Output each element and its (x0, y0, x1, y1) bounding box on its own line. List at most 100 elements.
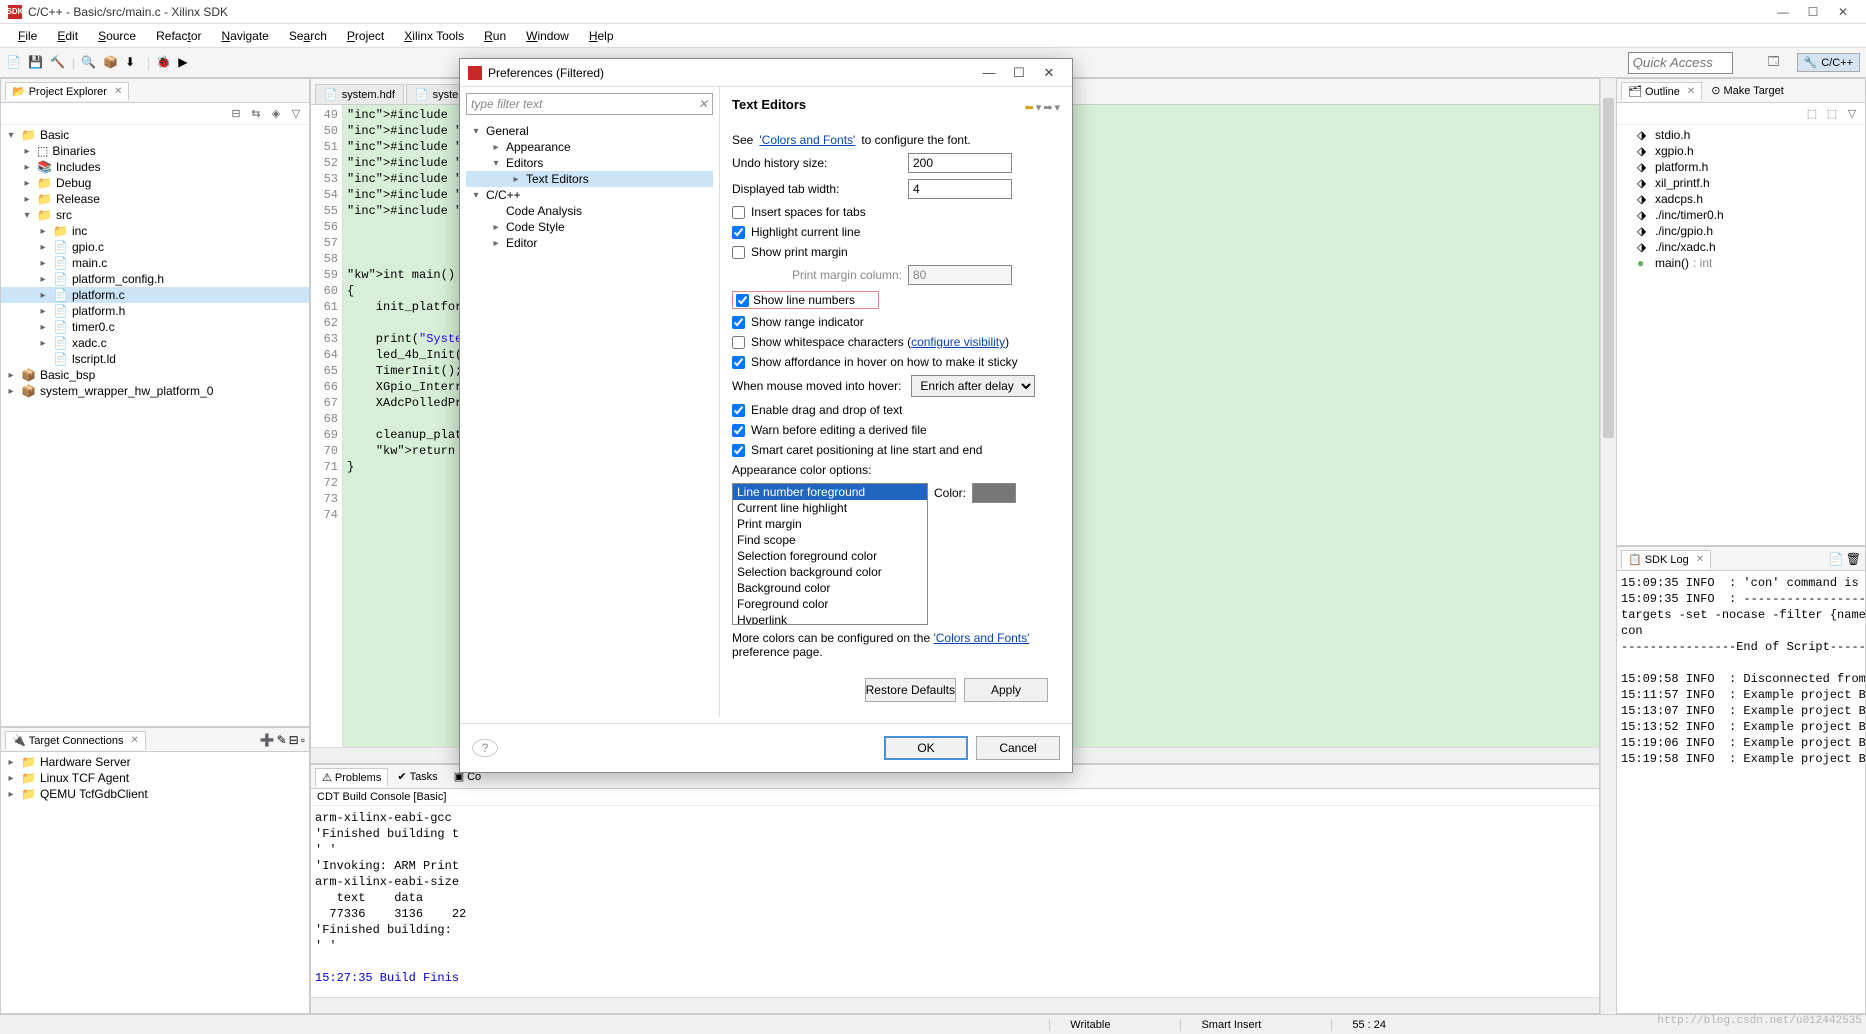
window-close[interactable]: ✕ (1828, 5, 1858, 19)
color-option[interactable]: Selection background color (733, 564, 927, 580)
tc-icon[interactable]: ✎ (277, 733, 287, 747)
insert-spaces-checkbox[interactable] (732, 206, 745, 219)
outline-tree[interactable]: ⬗ stdio.h ⬗ xgpio.h ⬗ platform.h ⬗ xil_p… (1617, 125, 1865, 545)
outline-icon[interactable]: ⬚ (1825, 107, 1839, 121)
preferences-tree[interactable]: ▾General ▸Appearance ▾Editors ▸Text Edit… (460, 121, 719, 717)
sdklog-icon[interactable]: 📄 (1829, 552, 1844, 566)
dialog-maximize[interactable]: ☐ (1004, 65, 1034, 81)
colors-fonts-link-2[interactable]: 'Colors and Fonts' (933, 631, 1029, 645)
menu-navigate[interactable]: Navigate (211, 27, 278, 45)
color-picker[interactable] (972, 483, 1016, 503)
menu-refactor[interactable]: Refactor (146, 27, 211, 45)
quick-access-input[interactable] (1628, 52, 1733, 74)
dialog-title: Preferences (Filtered) (488, 66, 974, 80)
menu-file[interactable]: File (8, 27, 47, 45)
color-option[interactable]: Selection foreground color (733, 548, 927, 564)
dialog-minimize[interactable]: — (974, 65, 1004, 80)
tc-icon[interactable]: ▫ (301, 733, 305, 747)
view-menu-icon[interactable]: ▽ (289, 107, 303, 121)
window-maximize[interactable]: ☐ (1798, 5, 1828, 19)
editor-vscroll[interactable] (1600, 78, 1616, 1014)
tab-target-connections[interactable]: 🔌 Target Connections✕ (5, 731, 146, 750)
link-editor-icon[interactable]: ⇆ (249, 107, 263, 121)
configure-visibility-link[interactable]: configure visibility (911, 335, 1005, 349)
menu-help[interactable]: Help (579, 27, 624, 45)
hover-enrich-select[interactable]: Enrich after delay (911, 375, 1035, 397)
toolbar-icon[interactable]: 📦 (103, 55, 119, 71)
menu-source[interactable]: Source (88, 27, 146, 45)
console-header: CDT Build Console [Basic] (311, 789, 1599, 806)
tab-sdk-log[interactable]: 📋 SDK Log✕ (1621, 550, 1711, 569)
menu-edit[interactable]: Edit (47, 27, 88, 45)
filter-input[interactable]: type filter text✕ (466, 93, 713, 115)
range-indicator-checkbox[interactable] (732, 316, 745, 329)
close-icon[interactable]: ✕ (114, 86, 122, 97)
tab-project-explorer[interactable]: 📂 Project Explorer✕ (5, 82, 129, 101)
menu-window[interactable]: Window (516, 27, 579, 45)
color-option[interactable]: Find scope (733, 532, 927, 548)
outline-icon[interactable]: ▽ (1845, 107, 1859, 121)
menu-search[interactable]: Search (279, 27, 337, 45)
color-option[interactable]: Background color (733, 580, 927, 596)
toolbar-icon[interactable]: 🔨 (50, 55, 66, 71)
undo-history-input[interactable] (908, 153, 1012, 173)
sdk-log-output[interactable]: 15:09:35 INFO : 'con' command is execute… (1617, 571, 1865, 1013)
focus-icon[interactable]: ◈ (269, 107, 283, 121)
nav-back-icon[interactable]: ⬅ (1025, 101, 1034, 114)
toolbar-icon[interactable]: ⬇ (125, 55, 141, 71)
clear-filter-icon[interactable]: ✕ (698, 97, 708, 111)
ok-button[interactable]: OK (884, 736, 968, 760)
target-connections-panel: 🔌 Target Connections✕ ➕ ✎ ⊟ ▫ ▸📁 Hardwar… (0, 727, 310, 1014)
console-output[interactable]: arm-xilinx-eabi-gcc 'Finished building t… (311, 806, 1599, 997)
tab-outline[interactable]: 🗂 Outline✕ (1621, 82, 1702, 101)
cancel-button[interactable]: Cancel (976, 736, 1060, 760)
appearance-color-list[interactable]: Line number foregroundCurrent line highl… (732, 483, 928, 625)
restore-defaults-button[interactable]: Restore Defaults (865, 678, 956, 702)
outline-icon[interactable]: ⬚ (1805, 107, 1819, 121)
dialog-titlebar[interactable]: Preferences (Filtered) — ☐ ✕ (460, 59, 1072, 87)
toolbar-icon[interactable]: 🔍 (81, 55, 97, 71)
smart-caret-checkbox[interactable] (732, 444, 745, 457)
color-option[interactable]: Foreground color (733, 596, 927, 612)
tc-icon[interactable]: ➕ (260, 733, 275, 747)
menu-run[interactable]: Run (474, 27, 516, 45)
console-hscroll[interactable] (311, 997, 1599, 1013)
collapse-all-icon[interactable]: ⊟ (229, 107, 243, 121)
project-explorer-tree[interactable]: ▾📁 Basic ▸⬚ Binaries ▸📚 Includes ▸📁 Debu… (1, 125, 309, 726)
color-option[interactable]: Print margin (733, 516, 927, 532)
color-option[interactable]: Hyperlink (733, 612, 927, 625)
perspective-open[interactable]: 🗔 (1761, 50, 1787, 75)
tc-icon[interactable]: ⊟ (289, 733, 299, 747)
menu-xilinx-tools[interactable]: Xilinx Tools (394, 27, 474, 45)
toolbar-icon[interactable]: 💾 (28, 55, 44, 71)
nav-fwd-icon[interactable]: ➡ (1043, 101, 1052, 114)
perspective-cpp[interactable]: 🔧 C/C++ (1797, 53, 1861, 72)
tab-problems[interactable]: ⚠ Problems (315, 768, 388, 787)
tab-tasks[interactable]: ✔ Tasks (390, 767, 444, 786)
toolbar-icon[interactable]: 🐞 (156, 55, 172, 71)
apply-button[interactable]: Apply (964, 678, 1048, 702)
colors-fonts-link[interactable]: 'Colors and Fonts' (759, 133, 855, 147)
warn-derived-checkbox[interactable] (732, 424, 745, 437)
window-minimize[interactable]: — (1768, 5, 1798, 19)
dialog-close[interactable]: ✕ (1034, 65, 1064, 81)
affordance-checkbox[interactable] (732, 356, 745, 369)
color-option[interactable]: Current line highlight (733, 500, 927, 516)
sdk-log-panel: 📋 SDK Log✕ 📄 🗑 15:09:35 INFO : 'con' com… (1616, 546, 1866, 1014)
highlight-line-checkbox[interactable] (732, 226, 745, 239)
show-line-numbers-checkbox[interactable] (736, 294, 749, 307)
sdklog-icon[interactable]: 🗑 (1846, 552, 1861, 566)
tab-make-target[interactable]: ⊙ Make Target (1704, 81, 1791, 100)
print-margin-col-input (908, 265, 1012, 285)
whitespace-checkbox[interactable] (732, 336, 745, 349)
target-connections-tree[interactable]: ▸📁 Hardware Server ▸📁 Linux TCF Agent ▸📁… (1, 752, 309, 1013)
drag-drop-checkbox[interactable] (732, 404, 745, 417)
color-option[interactable]: Line number foreground (733, 484, 927, 500)
editor-tab-system-hdf[interactable]: 📄 system.hdf (315, 84, 404, 104)
tab-width-input[interactable] (908, 179, 1012, 199)
menu-project[interactable]: Project (337, 27, 394, 45)
help-icon[interactable]: ? (472, 739, 498, 757)
print-margin-checkbox[interactable] (732, 246, 745, 259)
toolbar-icon[interactable]: 📄 (6, 55, 22, 71)
toolbar-icon[interactable]: ▶ (178, 55, 194, 71)
